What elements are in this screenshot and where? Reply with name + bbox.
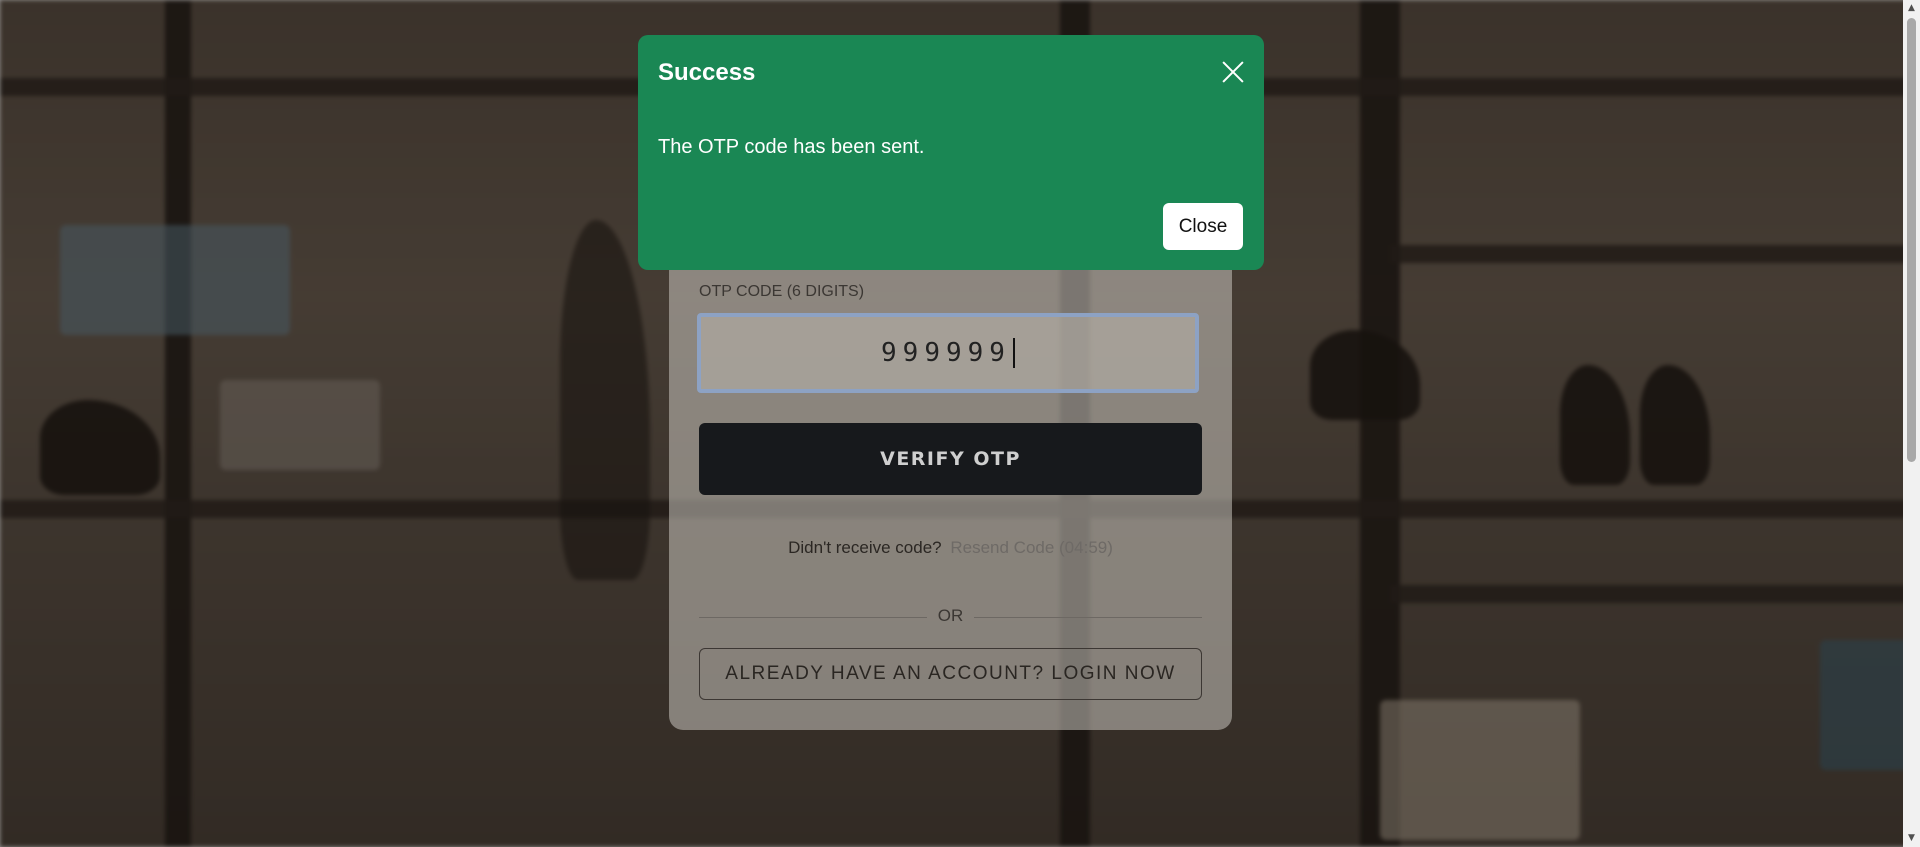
login-now-button[interactable]: ALREADY HAVE AN ACCOUNT? LOGIN NOW	[699, 648, 1202, 700]
text-caret	[1012, 338, 1015, 368]
resend-row: Didn't receive code? Resend Code (04:59)	[699, 538, 1202, 558]
scroll-thumb[interactable]	[1907, 18, 1916, 462]
modal-title: Success	[658, 59, 756, 86]
scroll-down-arrow-icon[interactable]: ▼	[1903, 830, 1920, 847]
resend-prompt: Didn't receive code?	[788, 538, 942, 557]
or-divider: OR	[699, 603, 1202, 631]
modal-message: The OTP code has been sent.	[658, 136, 925, 158]
verify-otp-button[interactable]: VERIFY OTP	[699, 423, 1202, 495]
otp-input[interactable]: 999999	[697, 313, 1199, 393]
divider-text: OR	[937, 606, 964, 625]
close-icon[interactable]	[1220, 59, 1246, 85]
success-modal: Success The OTP code has been sent. Clos…	[638, 35, 1264, 270]
scroll-up-arrow-icon[interactable]: ▲	[1903, 0, 1920, 17]
page-scrollbar[interactable]: ▲ ▼	[1903, 0, 1920, 847]
modal-close-button[interactable]: Close	[1163, 203, 1243, 250]
otp-input-value: 999999	[881, 338, 1011, 368]
divider-line-right	[974, 617, 1202, 618]
resend-code-link[interactable]: Resend Code (04:59)	[950, 538, 1113, 557]
otp-field-label: OTP CODE (6 DIGITS)	[699, 283, 865, 300]
